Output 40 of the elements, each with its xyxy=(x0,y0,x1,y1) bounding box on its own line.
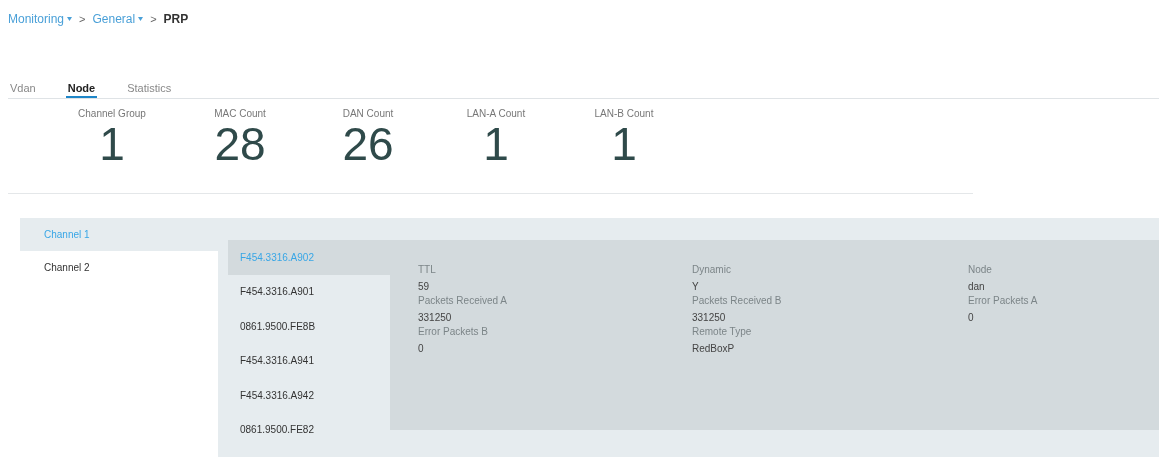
stat-value: 28 xyxy=(214,119,266,170)
stat-label: MAC Count xyxy=(214,108,266,119)
stat-value: 26 xyxy=(342,119,394,170)
field-label: Packets Received B xyxy=(692,295,783,306)
field-label: TTL xyxy=(418,264,437,275)
breadcrumb-separator: > xyxy=(79,13,86,25)
field-value: 59 xyxy=(418,281,431,292)
mac-item[interactable]: 0861.9500.FE82 xyxy=(228,412,390,447)
field-value: 0 xyxy=(968,312,975,323)
field-label: Remote Type xyxy=(692,326,753,337)
caret-icon xyxy=(67,17,73,21)
field-value: 331250 xyxy=(692,312,727,323)
field-label: Dynamic xyxy=(692,264,732,275)
breadcrumb-separator: > xyxy=(150,13,157,25)
stat-label: LAN-A Count xyxy=(466,108,526,119)
stat-label: DAN Count xyxy=(342,108,394,119)
stat-label: LAN-B Count xyxy=(594,108,654,119)
stat-value: 1 xyxy=(483,119,509,170)
stat-label: Channel Group xyxy=(78,108,146,119)
mac-item[interactable]: F454.3316.A942 xyxy=(228,378,390,413)
field-value: Y xyxy=(692,281,700,292)
mac-item[interactable]: 0861.9500.FE8B xyxy=(228,309,390,344)
field-value: 331250 xyxy=(418,312,453,323)
field-label: Packets Received A xyxy=(418,295,508,306)
field-label: Node xyxy=(968,264,993,275)
stat-value: 1 xyxy=(99,119,125,170)
breadcrumb-link[interactable]: PRP xyxy=(163,12,189,26)
stat-value: 1 xyxy=(611,119,637,170)
mac-item[interactable]: F454.3316.A941 xyxy=(228,343,390,378)
mac-item[interactable]: F454.3316.A901 xyxy=(228,274,390,309)
field-value: RedBoxP xyxy=(692,343,736,354)
field-label: Error Packets B xyxy=(418,326,490,337)
tab[interactable]: Vdan xyxy=(8,79,38,98)
tab[interactable]: Statistics xyxy=(125,79,174,98)
caret-icon xyxy=(138,17,144,21)
channel-item[interactable]: Channel 2 xyxy=(20,251,218,284)
field-value: dan xyxy=(968,281,986,292)
field-label: Error Packets A xyxy=(968,295,1039,306)
field-value: 0 xyxy=(418,343,425,354)
tab[interactable]: Node xyxy=(65,79,98,98)
